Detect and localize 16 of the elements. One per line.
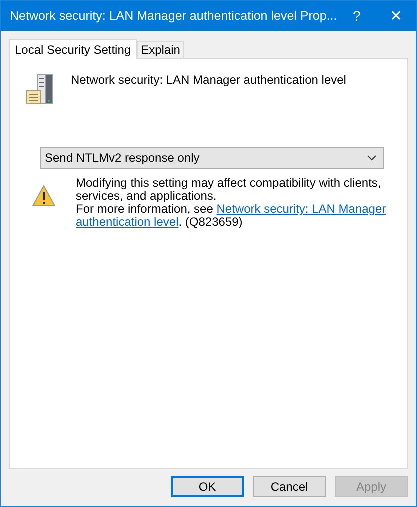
dialog-button[interactable]: OK: [171, 476, 244, 497]
warning-message: Modifying this setting may affect compatibility with clients, services, and applications.: [76, 177, 382, 203]
warning-icon: [32, 185, 56, 207]
dropdown[interactable]: Send NTLMv2 response only: [40, 147, 384, 169]
info-text: For more information, see: [76, 202, 214, 216]
help-link[interactable]: authentication level: [76, 215, 179, 229]
policy-name: Network security: LAN Manager authentication level: [71, 73, 346, 87]
close-button[interactable]: ✕: [376, 1, 416, 31]
chevron-down-icon: [367, 155, 377, 161]
help-button[interactable]: ?: [337, 1, 377, 31]
help-link[interactable]: Network security: LAN Manager: [216, 202, 386, 216]
tab[interactable]: Local Security Setting: [9, 39, 138, 59]
article-number: . (Q823659): [178, 215, 243, 229]
tab[interactable]: Explain: [137, 41, 184, 58]
window-title: Network security: LAN Manager authentication level Prop...: [9, 9, 338, 23]
dialog-button[interactable]: Cancel: [253, 476, 326, 497]
